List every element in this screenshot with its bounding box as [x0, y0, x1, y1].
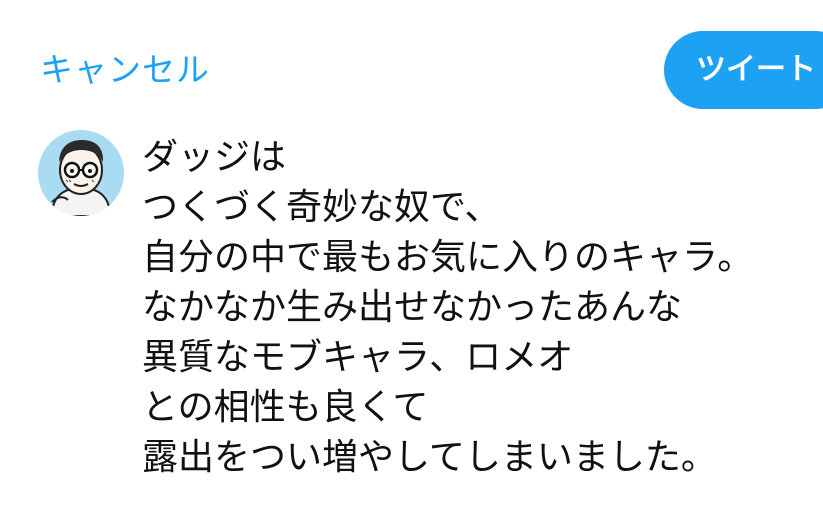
- tweet-compose-text[interactable]: ダッジは つくづく奇妙な奴で、 自分の中で最もお気に入りのキャラ。 なかなか生み…: [142, 133, 812, 483]
- avatar-illustration-icon: [50, 140, 112, 216]
- cancel-button[interactable]: キャンセル: [40, 46, 210, 94]
- tweet-text-line: 自分の中で最もお気に入りのキャラ。: [142, 237, 754, 278]
- tweet-text-line: つくづく奇妙な奴で、: [142, 187, 501, 228]
- tweet-button[interactable]: ツイート: [664, 31, 823, 109]
- tweet-text-line: ダッジは: [142, 137, 287, 178]
- tweet-text-line: との相性も良くて: [142, 387, 429, 428]
- tweet-text-line: なかなか生み出せなかったあんな: [142, 287, 683, 328]
- avatar: [38, 130, 124, 216]
- tweet-text-line: 露出をつい増やしてしまいました。: [142, 437, 717, 478]
- tweet-text-line: 異質なモブキャラ、ロメオ: [142, 337, 574, 378]
